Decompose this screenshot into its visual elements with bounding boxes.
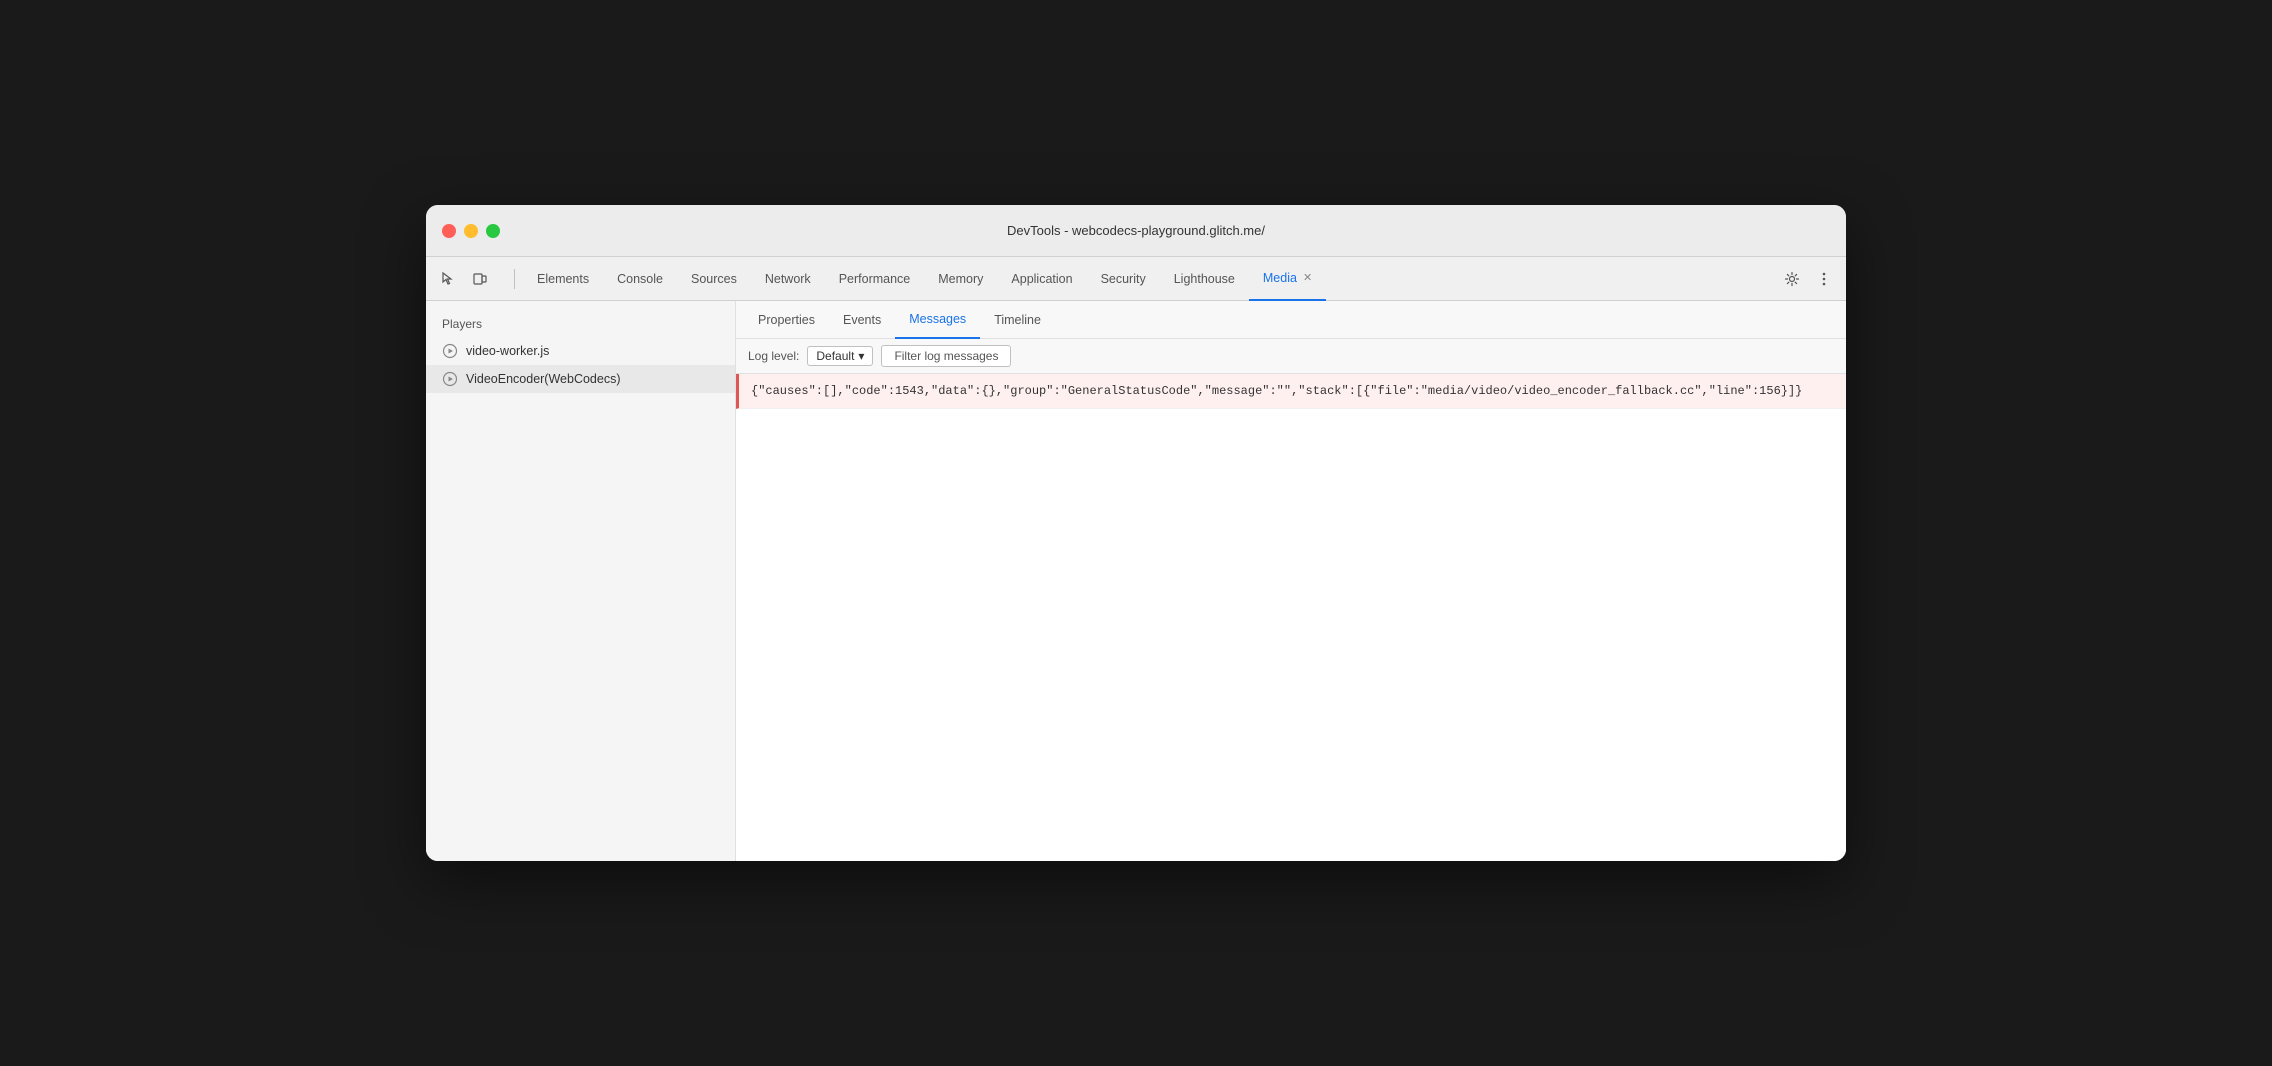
tab-application[interactable]: Application <box>997 257 1086 301</box>
subtab-timeline[interactable]: Timeline <box>980 301 1055 339</box>
minimize-button[interactable] <box>464 224 478 238</box>
tab-sources[interactable]: Sources <box>677 257 751 301</box>
tab-media[interactable]: Media ✕ <box>1249 257 1326 301</box>
log-toolbar: Log level: Default ▾ Filter log messages <box>736 339 1846 374</box>
play-icon <box>442 343 458 359</box>
main-content: Players video-worker.js VideoEncoder(Web… <box>426 301 1846 861</box>
message-text: {"causes":[],"code":1543,"data":{},"grou… <box>751 384 1802 398</box>
devtools-window: DevTools - webcodecs-playground.glitch.m… <box>426 205 1846 861</box>
tab-console[interactable]: Console <box>603 257 677 301</box>
inspect-icon[interactable] <box>434 265 462 293</box>
toolbar-tool-icons <box>434 265 494 293</box>
dropdown-arrow-icon: ▾ <box>858 349 864 363</box>
tab-security[interactable]: Security <box>1087 257 1160 301</box>
toolbar-divider <box>514 269 515 289</box>
subtab-properties[interactable]: Properties <box>744 301 829 339</box>
main-nav-tabs: Elements Console Sources Network Perform… <box>523 257 1778 300</box>
sidebar: Players video-worker.js VideoEncoder(Web… <box>426 301 736 861</box>
messages-area: {"causes":[],"code":1543,"data":{},"grou… <box>736 374 1846 861</box>
log-level-label: Log level: <box>748 349 799 363</box>
window-title: DevTools - webcodecs-playground.glitch.m… <box>1007 223 1265 238</box>
close-tab-icon[interactable]: ✕ <box>1303 271 1312 284</box>
filter-messages-button[interactable]: Filter log messages <box>881 345 1011 367</box>
tab-elements[interactable]: Elements <box>523 257 603 301</box>
window-controls <box>442 224 500 238</box>
play-icon-encoder <box>442 371 458 387</box>
close-button[interactable] <box>442 224 456 238</box>
tab-performance[interactable]: Performance <box>825 257 925 301</box>
toolbar: Elements Console Sources Network Perform… <box>426 257 1846 301</box>
player-item-video-encoder[interactable]: VideoEncoder(WebCodecs) <box>426 365 735 393</box>
tab-network[interactable]: Network <box>751 257 825 301</box>
tab-memory[interactable]: Memory <box>924 257 997 301</box>
subtab-messages[interactable]: Messages <box>895 301 980 339</box>
log-level-select[interactable]: Default ▾ <box>807 346 873 366</box>
sidebar-header: Players <box>426 309 735 337</box>
device-toggle-icon[interactable] <box>466 265 494 293</box>
sub-tabs: Properties Events Messages Timeline <box>736 301 1846 339</box>
toolbar-right-icons <box>1778 265 1838 293</box>
message-row: {"causes":[],"code":1543,"data":{},"grou… <box>736 374 1846 409</box>
player-item-video-worker[interactable]: video-worker.js <box>426 337 735 365</box>
tab-lighthouse[interactable]: Lighthouse <box>1160 257 1249 301</box>
subtab-events[interactable]: Events <box>829 301 895 339</box>
title-bar: DevTools - webcodecs-playground.glitch.m… <box>426 205 1846 257</box>
settings-icon[interactable] <box>1778 265 1806 293</box>
maximize-button[interactable] <box>486 224 500 238</box>
content-panel: Properties Events Messages Timeline Log … <box>736 301 1846 861</box>
more-options-icon[interactable] <box>1810 265 1838 293</box>
